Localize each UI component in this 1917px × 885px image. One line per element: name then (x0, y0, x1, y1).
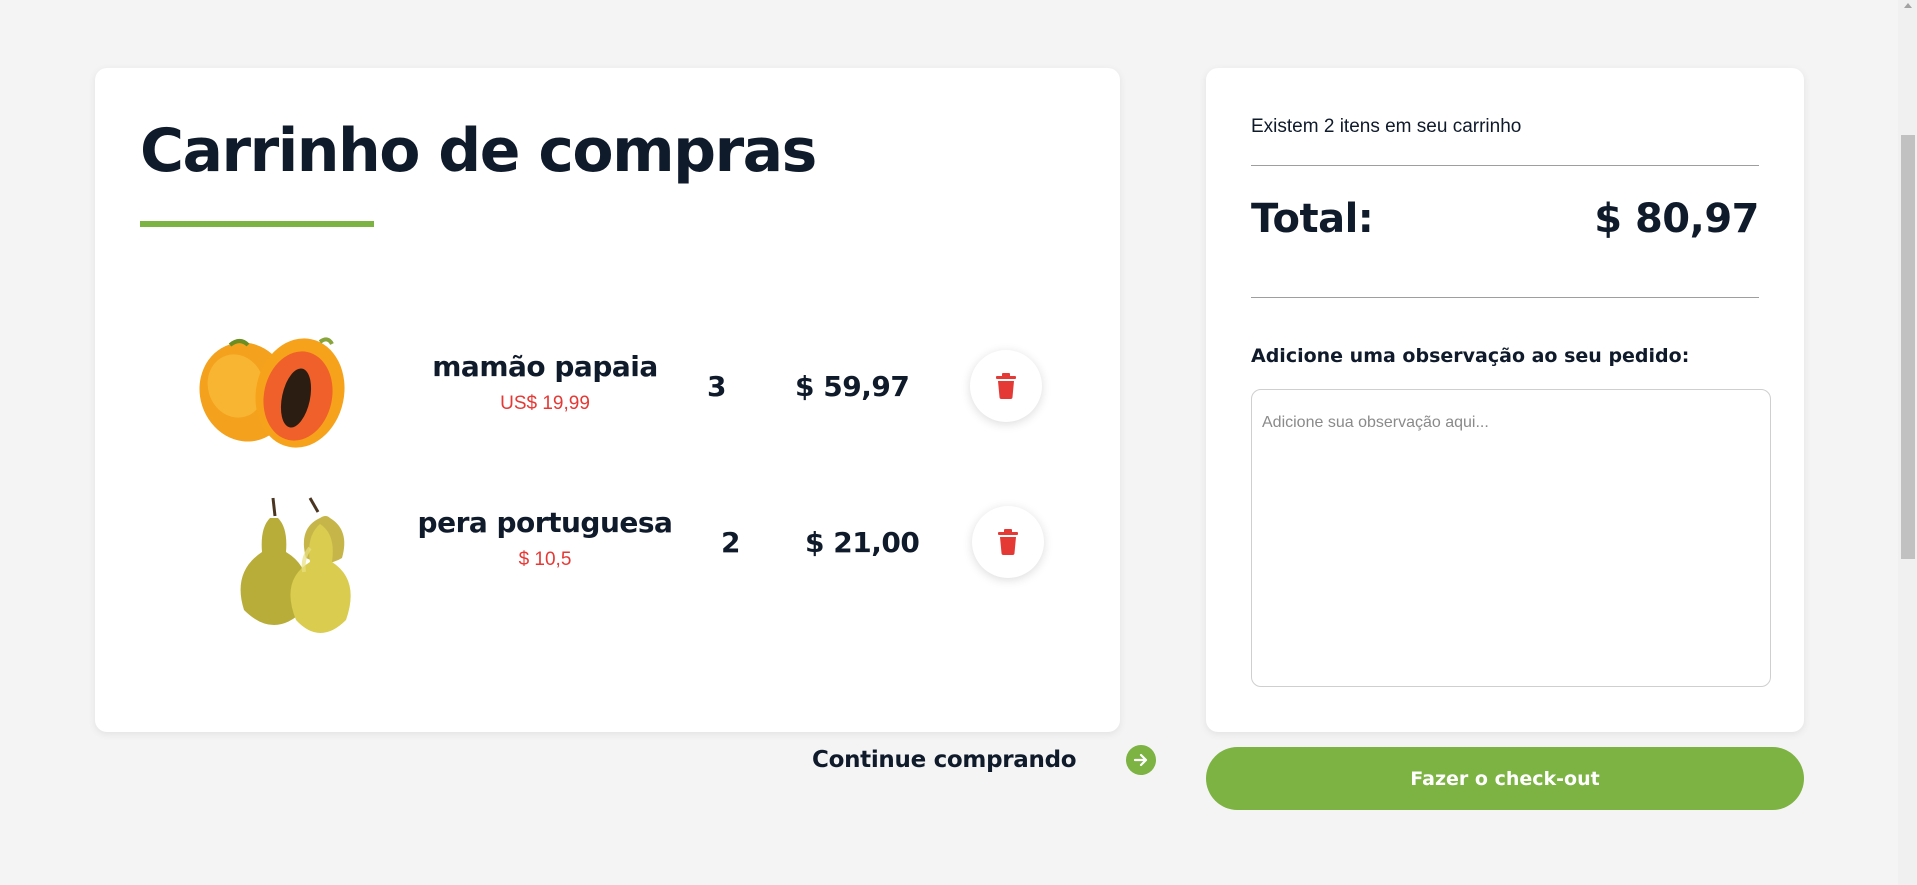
papaya-image (170, 330, 370, 500)
delete-button[interactable] (970, 350, 1042, 422)
page: Carrinho de compras mamão papaia US$ 19,… (0, 0, 1917, 885)
item-quantity: 3 (707, 370, 727, 403)
cart-title: Carrinho de compras (140, 116, 817, 186)
delete-button[interactable] (972, 506, 1044, 578)
item-unit-price: US$ 19,99 (500, 393, 590, 414)
trash-icon (996, 373, 1016, 399)
item-total: $ 21,00 (805, 526, 920, 559)
item-info: pera portuguesa $ 10,5 (395, 506, 695, 571)
scroll-up-arrow-icon[interactable] (1904, 3, 1912, 8)
continue-shopping-link[interactable]: Continue comprando (812, 745, 1157, 775)
total-value: $ 80,97 (1594, 196, 1759, 242)
trash-icon (998, 529, 1018, 555)
divider (1251, 297, 1759, 298)
pear-image (170, 488, 370, 658)
item-info: mamão papaia US$ 19,99 (395, 350, 695, 415)
divider (1251, 165, 1759, 166)
item-name: mamão papaia (432, 350, 658, 383)
total-label: Total: (1251, 196, 1374, 242)
title-underline (140, 221, 374, 227)
note-label: Adicione uma observação ao seu pedido: (1251, 345, 1690, 367)
item-name: pera portuguesa (417, 506, 673, 539)
cart-card: Carrinho de compras mamão papaia US$ 19,… (95, 68, 1120, 732)
item-quantity: 2 (721, 526, 741, 559)
item-total: $ 59,97 (795, 370, 910, 403)
cart-item: mamão papaia US$ 19,99 3 $ 59,97 (95, 330, 1120, 500)
cart-item: pera portuguesa $ 10,5 2 $ 21,00 (95, 488, 1120, 658)
arrow-right-icon[interactable] (1126, 745, 1157, 775)
scrollbar-thumb[interactable] (1901, 135, 1915, 559)
order-summary-card: Existem 2 itens em seu carrinho Total: $… (1206, 68, 1804, 732)
item-unit-price: $ 10,5 (518, 549, 572, 570)
note-textarea[interactable] (1251, 389, 1771, 687)
checkout-button[interactable]: Fazer o check-out (1206, 747, 1804, 810)
continue-shopping-label: Continue comprando (812, 747, 1077, 773)
item-count-text: Existem 2 itens em seu carrinho (1251, 116, 1522, 137)
